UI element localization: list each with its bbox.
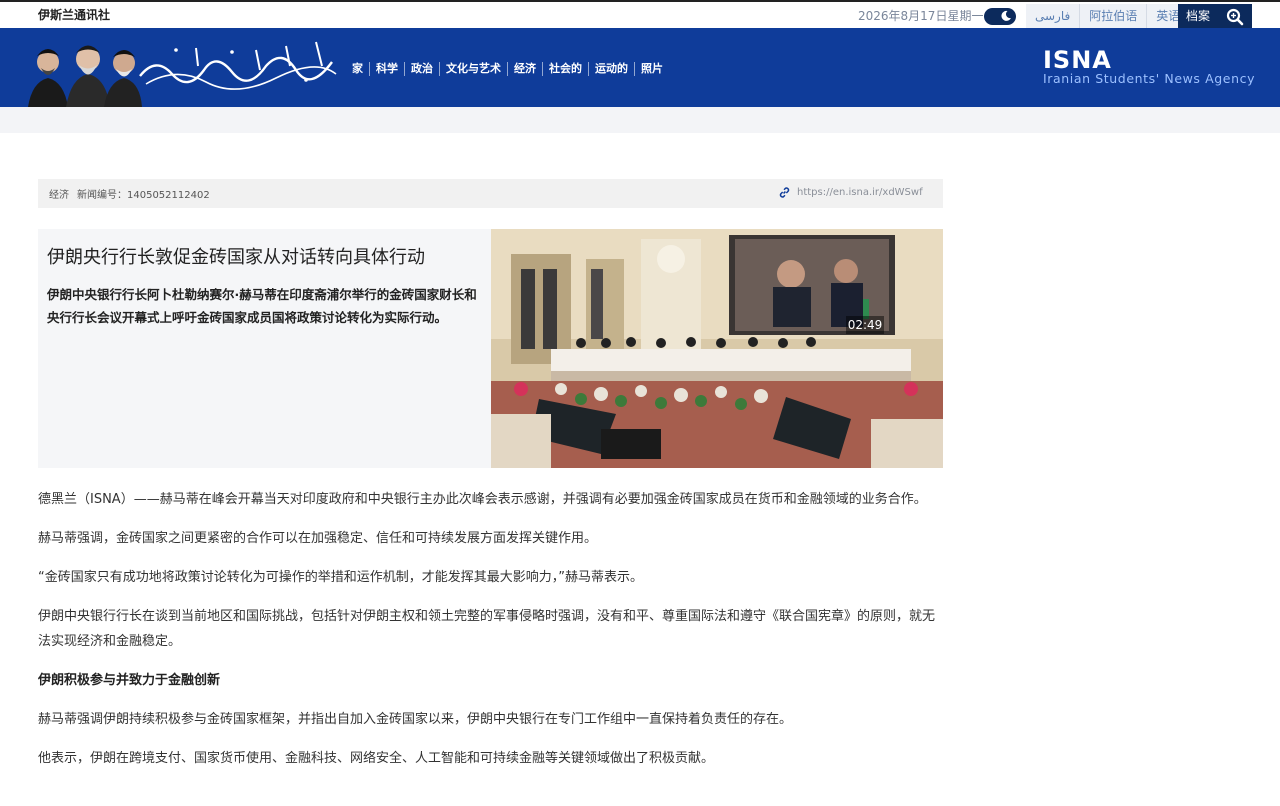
current-date: 2026年8月17日星期一 (858, 9, 984, 23)
site-header: 家 科学 政治 文化与艺术 经济 社会的 运动的 照片 ISNA Iranian… (0, 28, 1280, 107)
article-paragraph-5: 赫马蒂强调伊朗持续积极参与金砖国家框架，并指出自加入金砖国家以来，伊朗中央银行在… (38, 712, 793, 727)
article-paragraph-2: 赫马蒂强调，金砖国家之间更紧密的合作可以在加强稳定、信任和可持续发展方面发挥关键… (38, 531, 598, 546)
sub-bar (0, 107, 1280, 133)
nav-sports[interactable]: 运动的 (589, 62, 635, 76)
link-icon (779, 187, 790, 198)
language-links: فارسی 阿拉伯语 英语 (1026, 4, 1191, 30)
moon-icon (1001, 10, 1011, 21)
short-link[interactable]: https://en.isna.ir/xdWSwf (778, 186, 923, 199)
nav-society[interactable]: 社会的 (543, 62, 589, 76)
article-photo[interactable] (491, 229, 943, 468)
article-meta: 经济 新闻编号：1405052112402 https://en.isna.ir… (38, 179, 943, 208)
archive-button[interactable]: 档案 (1178, 4, 1218, 30)
brand-fullname: Iranian Students' News Agency (1043, 71, 1256, 86)
lang-persian[interactable]: فارسی (1026, 4, 1081, 30)
persian-calligraphy-logo (139, 41, 337, 90)
article-paragraph-6: 他表示，伊朗在跨境支付、国家货币使用、金融科技、网络安全、人工智能和可持续金融等… (38, 751, 715, 766)
dark-mode-toggle[interactable] (984, 8, 1016, 25)
article-summary: 伊朗中央银行行长阿卜杜勒纳赛尔·赫马蒂在印度斋浦尔举行的金砖国家财长和央行行长会… (47, 287, 477, 325)
article-headline: 伊朗央行行长敦促金砖国家从对话转向具体行动 (47, 247, 425, 268)
nav-culture-art[interactable]: 文化与艺术 (440, 62, 508, 76)
news-id: 新闻编号：1405052112402 (77, 190, 210, 201)
search-button[interactable] (1218, 4, 1252, 30)
article-paragraph-4: 伊朗中央银行行长在谈到当前地区和国际挑战，包括针对伊朗主权和领土完整的军事侵略时… (38, 609, 936, 649)
top-bar: 伊斯兰通讯社 2026年8月17日星期一 فارسی 阿拉伯语 英语 档案 (0, 0, 1280, 30)
main-nav: 家 科学 政治 文化与艺术 经济 社会的 运动的 照片 (348, 62, 669, 76)
lang-arabic[interactable]: 阿拉伯语 (1080, 4, 1148, 30)
video-duration: 02:49 (846, 316, 884, 334)
article-paragraph-1: 德黑兰（ISNA）——赫马蒂在峰会开幕当天对印度政府和中央银行主办此次峰会表示感… (38, 492, 927, 507)
brand-logo[interactable]: ISNA (1043, 46, 1112, 74)
search-icon (1226, 8, 1244, 26)
leaders-portraits-image (28, 45, 142, 107)
nav-home[interactable]: 家 (348, 62, 370, 76)
article-body: 德黑兰（ISNA）——赫马蒂在峰会开幕当天对印度政府和中央银行主办此次峰会表示感… (38, 487, 946, 785)
article-subheading: 伊朗积极参与并致力于金融创新 (38, 673, 221, 688)
nav-photos[interactable]: 照片 (635, 62, 669, 76)
article-paragraph-3: “金砖国家只有成功地将政策讨论转化为可操作的举措和运作机制，才能发挥其最大影响力… (38, 570, 643, 585)
article-category[interactable]: 经济 (49, 186, 69, 201)
site-name[interactable]: 伊斯兰通讯社 (38, 6, 110, 23)
short-link-url[interactable]: https://en.isna.ir/xdWSwf (797, 187, 923, 198)
nav-economy[interactable]: 经济 (508, 62, 543, 76)
nav-politics[interactable]: 政治 (405, 62, 440, 76)
nav-science[interactable]: 科学 (370, 62, 405, 76)
